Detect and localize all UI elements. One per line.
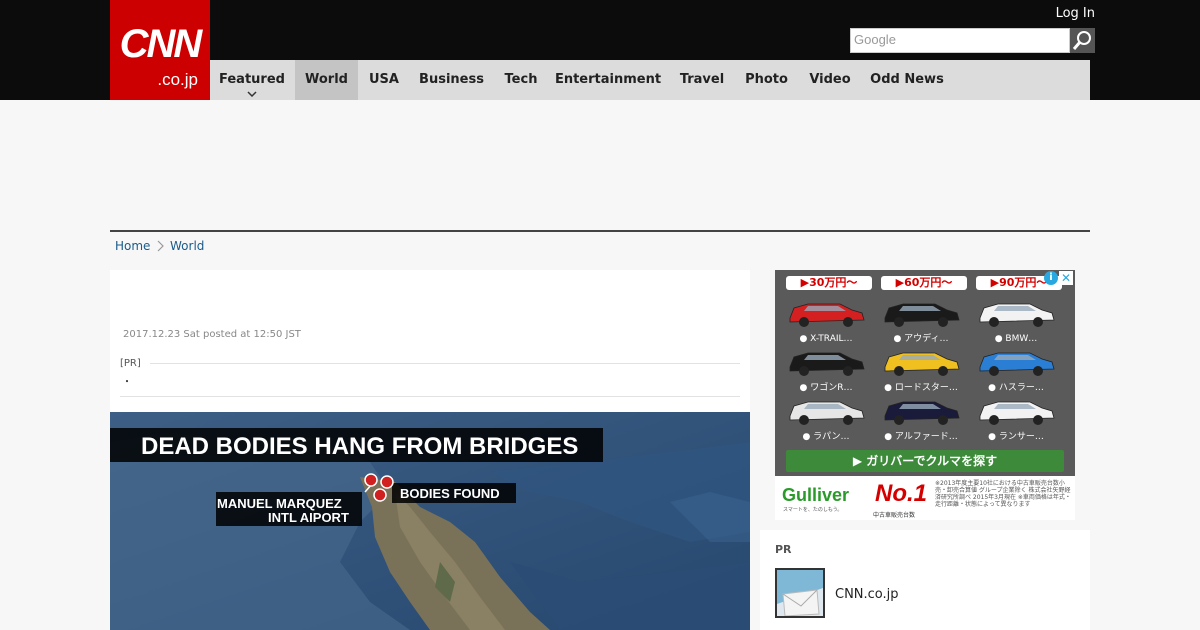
bodies-found-label: BODIES FOUND (400, 486, 500, 501)
car-image[interactable] (784, 394, 868, 434)
ad-fine-print: ※2013年度主要10社における中古車販売台数小売・卸売合算値 グループ企業除く… (935, 480, 1071, 508)
car-image[interactable] (974, 296, 1058, 336)
ad-banner[interactable]: ▶30万円〜 ▶60万円〜 ▶90万円〜 ● X-TRAIL… ● アウディ… ● … (775, 270, 1075, 520)
top-bar: CNN .co.jp Log In Google Featured World … (0, 0, 1200, 100)
divider (110, 230, 1090, 232)
ad-footer: Gulliver スマートを、たのしもう。 No.1 中古車販売台数 ※2013… (775, 476, 1075, 520)
chevron-down-icon (247, 91, 257, 97)
pr-site-link[interactable]: CNN.co.jp (835, 587, 899, 602)
nav-item-video[interactable]: Video (804, 60, 856, 100)
breadcrumb-world[interactable]: World (170, 238, 204, 254)
map-image: DEAD BODIES HANG FROM BRIDGES MANUEL MAR… (110, 412, 750, 630)
car-image[interactable] (974, 394, 1058, 434)
nav-item-odd-news[interactable]: Odd News (867, 60, 947, 100)
nav-item-usa[interactable]: USA (360, 60, 408, 100)
car-image[interactable] (879, 296, 963, 336)
nav-item-business[interactable]: Business (413, 60, 490, 100)
car-image[interactable] (784, 345, 868, 385)
car-label[interactable]: ● ロードスター… (876, 382, 966, 394)
car-label[interactable]: ● ワゴンR… (781, 382, 871, 394)
car-label[interactable]: ● ハスラー… (971, 382, 1061, 394)
pr-divider (120, 396, 740, 397)
car-image[interactable] (974, 345, 1058, 385)
pr-divider (150, 363, 740, 364)
search-input[interactable]: Google (850, 28, 1070, 53)
breadcrumb-home[interactable]: Home (115, 238, 150, 254)
headline-text: DEAD BODIES HANG FROM BRIDGES (141, 433, 578, 460)
nav-item-featured[interactable]: Featured (210, 60, 294, 100)
car-label[interactable]: ● ランサー… (971, 431, 1061, 443)
nav-item-photo[interactable]: Photo (740, 60, 793, 100)
airport-label-line2: INTL AIPORT (268, 510, 349, 525)
nav-item-tech[interactable]: Tech (500, 60, 542, 100)
airport-label-line1: MANUEL MARQUEZ (217, 496, 342, 511)
close-icon[interactable]: ✕ (1059, 271, 1073, 285)
pr-box-title: PR (775, 543, 792, 556)
cnn-logo[interactable]: CNN .co.jp (110, 0, 210, 100)
car-label[interactable]: ● X-TRAIL… (781, 333, 871, 345)
chevron-right-icon (157, 240, 164, 252)
article-date: 2017.12.23 Sat posted at 12:50 JST (123, 329, 301, 340)
nav-label: Featured (219, 72, 285, 87)
pr-link[interactable]: ・ (122, 373, 132, 388)
login-link[interactable]: Log In (1056, 6, 1095, 21)
ad-cta-button[interactable]: ▶ ガリバーでクルマを探す (786, 450, 1064, 472)
car-label[interactable]: ● BMW… (971, 333, 1061, 345)
no1-caption: 中古車販売台数 (873, 512, 916, 519)
nav-item-travel[interactable]: Travel (674, 60, 730, 100)
search-icon (1072, 31, 1091, 50)
nav-item-entertainment[interactable]: Entertainment (554, 60, 662, 100)
pr-label: [PR] (120, 358, 141, 369)
article-image[interactable]: DEAD BODIES HANG FROM BRIDGES MANUEL MAR… (110, 412, 750, 630)
car-image[interactable] (879, 394, 963, 434)
car-image[interactable] (879, 345, 963, 385)
main-nav: Featured World USA Business Tech Enterta… (210, 60, 1090, 100)
logo-text: CNN (119, 22, 203, 66)
article: 2017.12.23 Sat posted at 12:50 JST [PR] … (110, 270, 750, 630)
pr-thumbnail[interactable] (775, 568, 825, 618)
search-button[interactable] (1070, 28, 1095, 53)
car-label[interactable]: ● アルファード… (876, 431, 966, 443)
gulliver-tagline: スマートを、たのしもう。 (783, 507, 843, 513)
no1-badge: No.1 (875, 480, 928, 507)
ad-info-icon[interactable]: i (1044, 271, 1058, 285)
envelope-icon (777, 570, 823, 617)
car-label[interactable]: ● ラパン… (781, 431, 871, 443)
pr-box: PR CNN.co.jp (760, 530, 1090, 630)
price-tab[interactable]: ▶60万円〜 (881, 276, 967, 290)
nav-item-world[interactable]: World (295, 60, 358, 100)
price-tab[interactable]: ▶30万円〜 (786, 276, 872, 290)
car-image[interactable] (784, 296, 868, 336)
gulliver-logo: Gulliver (782, 485, 850, 505)
car-label[interactable]: ● アウディ… (876, 333, 966, 345)
logo-subtext: .co.jp (157, 70, 198, 89)
